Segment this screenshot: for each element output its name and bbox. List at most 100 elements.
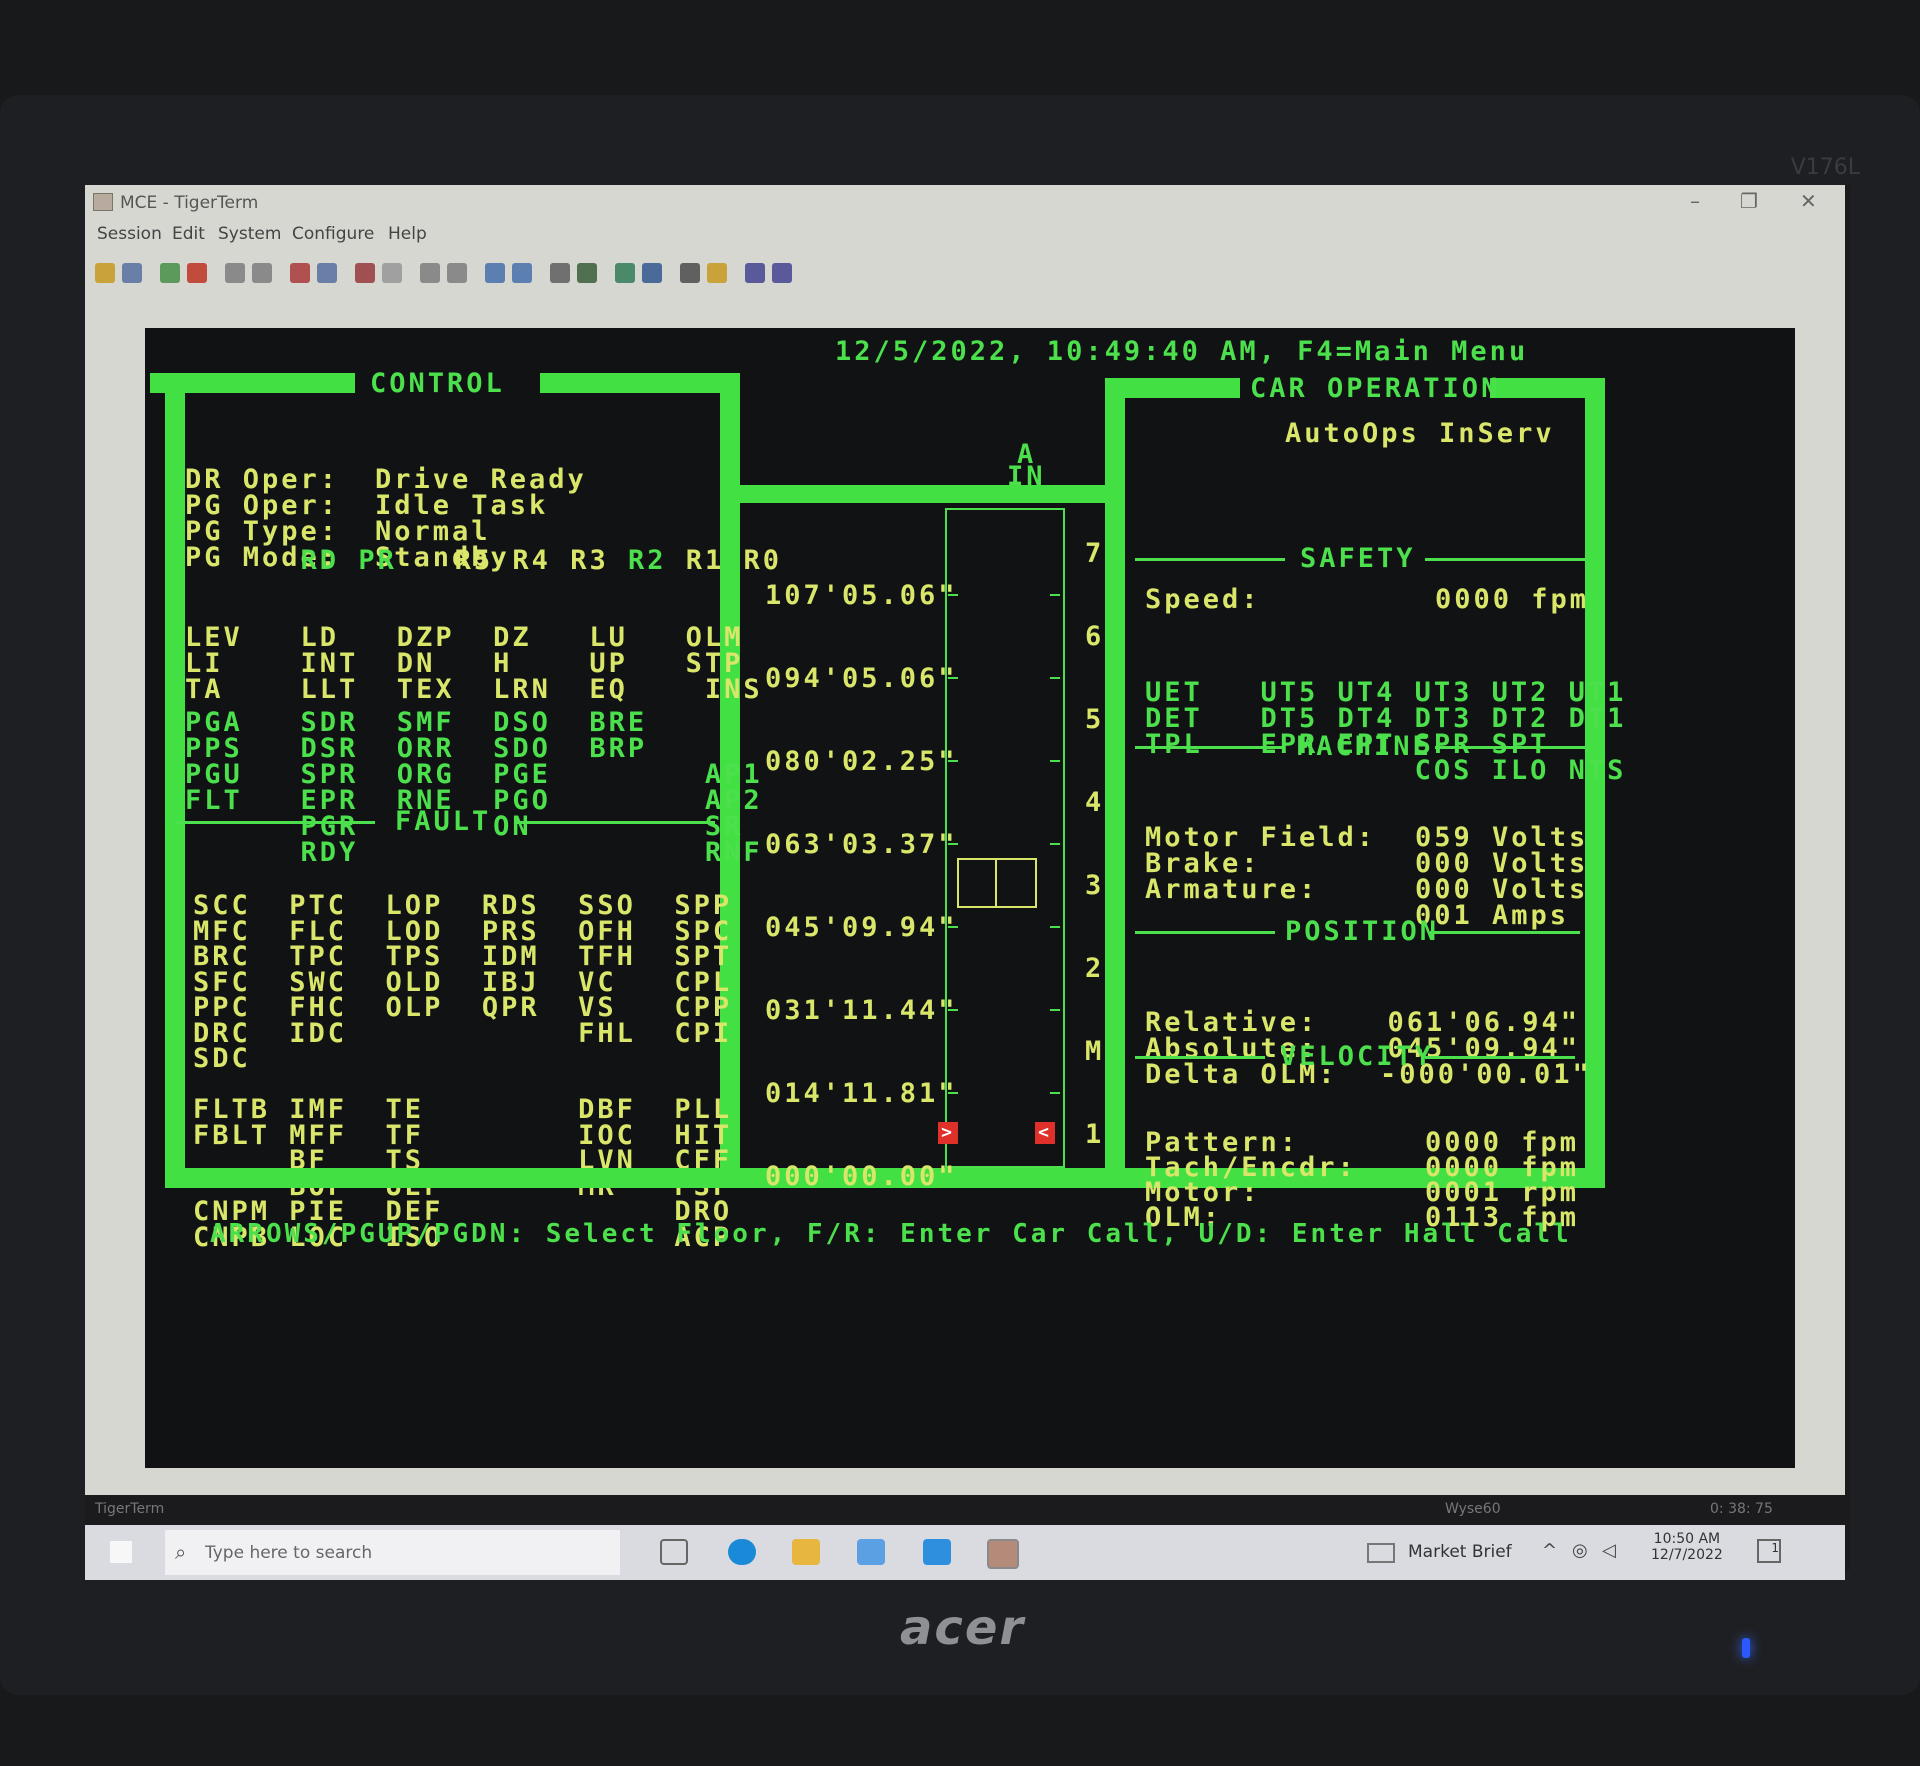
shaft-tick xyxy=(948,1092,958,1094)
notification-icon[interactable]: 1 xyxy=(1757,1539,1781,1563)
news-icon[interactable] xyxy=(1367,1543,1395,1563)
frame-bar xyxy=(1105,378,1240,398)
fault-line: PPC FHC OLP QPR VS CPP xyxy=(193,992,733,1023)
velocity-values: 0000 fpm 0000 fpm 0001 rpm 0113 fpm xyxy=(1425,1127,1580,1233)
search-box[interactable]: ⌕ Type here to search xyxy=(165,1530,620,1575)
news-widget[interactable]: Market Brief xyxy=(1408,1542,1512,1562)
sort-desc-icon[interactable] xyxy=(447,263,467,283)
open-icon[interactable] xyxy=(95,263,115,283)
shaft-tick xyxy=(948,677,958,679)
menu-system[interactable]: System xyxy=(218,224,281,244)
divider xyxy=(1135,931,1275,934)
divider xyxy=(1425,1056,1575,1059)
floor-position: 094'05.06" xyxy=(765,663,958,694)
settings-icon[interactable] xyxy=(680,263,700,283)
speed-value: 0000 fpm xyxy=(1435,584,1590,615)
file-explorer-icon[interactable] xyxy=(792,1539,820,1565)
shaft-tick xyxy=(948,1009,958,1011)
capture-icon[interactable] xyxy=(382,263,402,283)
about-icon[interactable] xyxy=(707,263,727,283)
divider xyxy=(1135,558,1285,561)
disconnect-icon[interactable] xyxy=(187,263,207,283)
menu-configure[interactable]: Configure xyxy=(292,224,374,244)
macro-icon[interactable] xyxy=(615,263,635,283)
receive-file-icon[interactable] xyxy=(317,263,337,283)
divider xyxy=(1135,746,1285,749)
windows-start-icon[interactable] xyxy=(110,1541,132,1563)
mail-icon[interactable] xyxy=(923,1539,951,1565)
velocity-title: VELOCITY xyxy=(1280,1041,1435,1072)
shaft-tick xyxy=(948,843,958,845)
shaft-tick xyxy=(1050,1092,1060,1094)
shaft-tick xyxy=(948,926,958,928)
task-view-icon[interactable] xyxy=(660,1539,688,1565)
shaft-tick xyxy=(1050,760,1060,762)
menu-help[interactable]: Help xyxy=(388,224,427,244)
store-icon[interactable] xyxy=(857,1539,885,1565)
tigerterm-taskbar-icon[interactable] xyxy=(987,1539,1019,1569)
divider xyxy=(1135,1056,1265,1059)
shaft-tick xyxy=(1050,594,1060,596)
floor-label[interactable]: 2 xyxy=(1085,955,1104,982)
taskbar: ⌕ Type here to search Market Brief ^ ◎ ◁… xyxy=(85,1525,1845,1580)
menu-edit[interactable]: Edit xyxy=(172,224,205,244)
floor-position: 014'11.81" xyxy=(765,1078,958,1109)
position-title: POSITION xyxy=(1285,916,1440,947)
keymap-icon[interactable] xyxy=(642,263,662,283)
close-button[interactable]: ✕ xyxy=(1800,189,1817,213)
edge-icon[interactable] xyxy=(728,1539,756,1565)
clock[interactable]: 10:50 AM 12/7/2022 xyxy=(1651,1531,1723,1563)
control-title: CONTROL xyxy=(370,368,505,399)
floor-label[interactable]: M xyxy=(1085,1038,1104,1065)
floor-label[interactable]: 6 xyxy=(1085,623,1104,650)
connect-icon[interactable] xyxy=(160,263,180,283)
minimize-button[interactable]: – xyxy=(1690,189,1700,213)
machine-labels: Motor Field: Brake: Armature: xyxy=(1145,822,1377,905)
help-icon[interactable] xyxy=(745,263,765,283)
network-icon[interactable]: ◎ xyxy=(1572,1540,1588,1561)
restore-button[interactable]: ❐ xyxy=(1740,189,1758,213)
floor-label[interactable]: 3 xyxy=(1085,872,1104,899)
floor-label[interactable]: 4 xyxy=(1085,789,1104,816)
frame-bar xyxy=(540,373,740,393)
left-door-marker: > xyxy=(938,1122,958,1144)
shaft-tick xyxy=(1050,1009,1060,1011)
frame-bar xyxy=(165,373,185,1183)
shaft-tick xyxy=(1050,677,1060,679)
divider xyxy=(175,821,375,824)
save-icon[interactable] xyxy=(122,263,142,283)
fault-line: BRC TPC TPS IDM TFH SPT xyxy=(193,941,733,972)
tray-chevron-icon[interactable]: ^ xyxy=(1542,1540,1557,1561)
floor-label[interactable]: 7 xyxy=(1085,540,1104,567)
download-icon[interactable] xyxy=(512,263,532,283)
floor-label[interactable]: 5 xyxy=(1085,706,1104,733)
print-screen-icon[interactable] xyxy=(577,263,597,283)
power-led-icon xyxy=(1742,1638,1750,1658)
menu-session[interactable]: Session xyxy=(97,224,162,244)
paste-icon[interactable] xyxy=(252,263,272,283)
search-icon: ⌕ xyxy=(175,1540,187,1564)
divider xyxy=(515,821,715,824)
divider xyxy=(1430,931,1580,934)
machine-values: 059 Volts 000 Volts 000 Volts 001 Amps xyxy=(1415,822,1589,931)
fault-title: FAULT xyxy=(395,806,492,837)
transfer-icon[interactable] xyxy=(355,263,375,283)
floor-position: 063'03.37" xyxy=(765,829,958,860)
send-file-icon[interactable] xyxy=(290,263,310,283)
floor-position: 080'02.25" xyxy=(765,746,958,777)
sort-asc-icon[interactable] xyxy=(420,263,440,283)
exit-icon[interactable] xyxy=(772,263,792,283)
print-icon[interactable] xyxy=(550,263,570,283)
fault-line: SDC xyxy=(193,1043,251,1074)
machine-title: MACHINE xyxy=(1297,731,1432,762)
upload-icon[interactable] xyxy=(485,263,505,283)
signal-group-b: PGA SDR SMF DSO BRE PPS DSR ORR SDO BRP PG… xyxy=(185,707,763,868)
frame-bar xyxy=(1105,378,1125,1188)
volume-icon[interactable]: ◁ xyxy=(1602,1540,1616,1561)
velocity-labels: Pattern: Tach/Encdr: Motor: OLM: xyxy=(1145,1127,1357,1233)
right-door-marker: < xyxy=(1035,1122,1055,1144)
floor-label[interactable]: 1 xyxy=(1085,1121,1104,1148)
divider xyxy=(1425,558,1585,561)
copy-icon[interactable] xyxy=(225,263,245,283)
terminal-screen[interactable]: 12/5/2022, 10:49:40 AM, F4=Main Menu CON… xyxy=(145,328,1795,1468)
